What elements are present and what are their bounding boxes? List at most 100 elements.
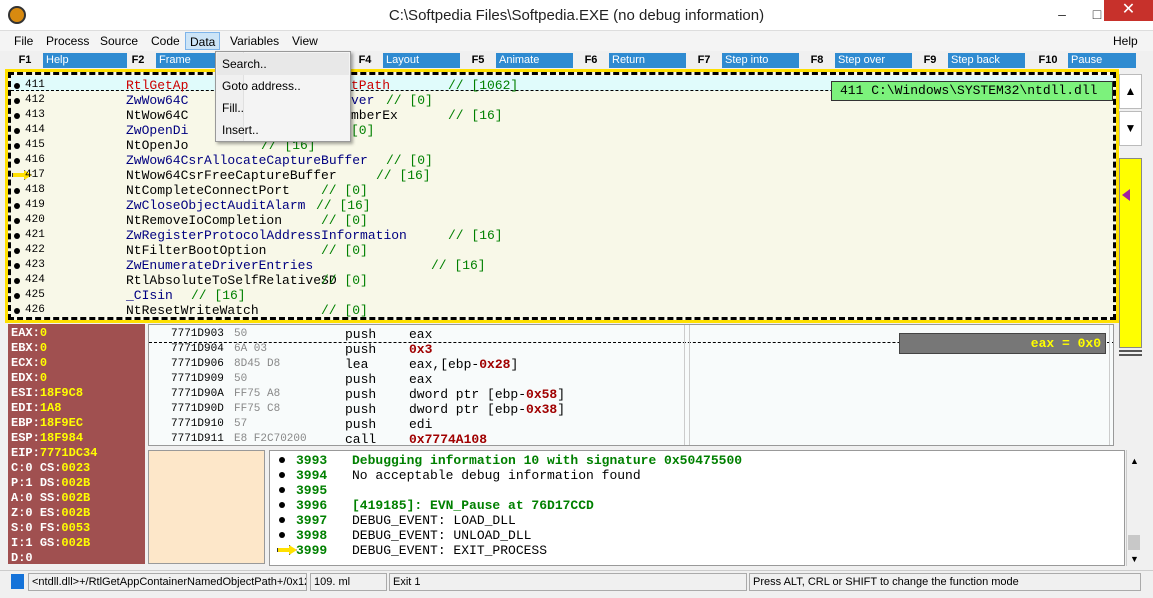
disasm-line[interactable]: 7771D90A FF75 A8 push dword ptr [ebp-0x58] xyxy=(149,387,1109,402)
log-scroll-down-icon[interactable]: ▼ xyxy=(1130,554,1139,564)
opcode-bytes: 8D45 D8 xyxy=(234,358,281,370)
log-number: 3998 xyxy=(296,528,328,543)
menu-data[interactable]: Data xyxy=(185,32,221,50)
fkey-label: Step over xyxy=(835,53,912,68)
register-value: 18F9C8 xyxy=(39,386,84,400)
code-line[interactable]: 425 _CIsin // [16] xyxy=(11,288,1111,303)
disassembly-pane[interactable]: 7771D903 50 push eax 7771D904 6A 03 push 0x3 777… xyxy=(148,324,1114,446)
log-scroll-up-icon[interactable]: ▲ xyxy=(1130,456,1139,466)
line-number: 413 xyxy=(25,109,45,121)
status-time: 109. ml xyxy=(310,573,387,591)
code-line[interactable]: 416 ZwWow64CsrAllocateCaptureBuffer // [0] xyxy=(11,153,1111,168)
menu-item-insert[interactable]: Insert.. xyxy=(217,119,349,141)
code-line[interactable]: 415 NtOpenJo// [16] xyxy=(11,138,1111,153)
register-row: EBX:0 xyxy=(11,341,47,356)
menu-bar: File Process Source Code Data Variables … xyxy=(0,31,1153,51)
code-line[interactable]: 424 RtlAbsoluteToSelfRelativeSD// [0] xyxy=(11,273,1111,288)
menu-item-goto-address[interactable]: Goto address.. xyxy=(217,75,349,97)
line-number: 412 xyxy=(25,94,45,106)
scroll-down-button[interactable]: ▼ xyxy=(1119,111,1142,146)
log-scrollbar[interactable]: ▲ ▼ xyxy=(1126,450,1141,566)
menu-variables[interactable]: Variables xyxy=(226,32,283,50)
operands: eax,[ebp-0x28] xyxy=(409,357,519,372)
line-number: 417 xyxy=(25,169,45,181)
address: 7771D90A xyxy=(171,388,224,400)
flag-value: Z:0 xyxy=(11,506,33,520)
flag-row: A:0 SS:002B xyxy=(11,491,90,506)
disasm-line[interactable]: 7771D910 57 push edi xyxy=(149,417,1109,432)
register-value: 1A8 xyxy=(39,401,62,415)
operands: 0x7774A108 xyxy=(409,432,488,446)
segment-value: 002B xyxy=(61,506,91,520)
function-name-suffix: mberEx xyxy=(351,108,398,123)
disasm-line[interactable]: 7771D911 E8 F2C70200 call 0x7774A108 xyxy=(149,432,1109,446)
fkey-key: F6 xyxy=(584,54,598,66)
fkey-label: Frame xyxy=(156,53,216,68)
function-name: NtWow64CsrFreeCaptureBuffer xyxy=(126,168,337,183)
code-line[interactable]: 417 NtWow64CsrFreeCaptureBuffer // [16] xyxy=(11,168,1111,183)
line-comment: // [0] xyxy=(321,183,368,198)
function-name: RtlAbsoluteToSelfRelativeSD xyxy=(126,273,337,288)
flag-value: S:0 xyxy=(11,521,33,535)
code-line[interactable]: 421 ZwRegisterProtocolAddressInformation /… xyxy=(11,228,1111,243)
register-value: 18F9EC xyxy=(39,416,84,430)
breakpoint-dot-icon xyxy=(14,203,20,209)
log-number: 3997 xyxy=(296,513,328,528)
menu-code[interactable]: Code xyxy=(147,32,184,50)
opcode-bytes: FF75 A8 xyxy=(234,388,281,400)
code-line[interactable]: 418 NtCompleteConnectPort // [0] xyxy=(11,183,1111,198)
breakpoint-dot-icon xyxy=(14,158,20,164)
segment-value: 002B xyxy=(61,536,91,550)
disasm-line[interactable]: 7771D909 50 push eax xyxy=(149,372,1109,387)
flag-row: S:0 FS:0053 xyxy=(11,521,90,536)
fkey-label: Return xyxy=(609,53,686,68)
segment-value: 0053 xyxy=(61,521,91,535)
disasm-line[interactable]: 7771D90D FF75 C8 push dword ptr [ebp-0x38] xyxy=(149,402,1109,417)
segment-name: SS: xyxy=(39,491,62,505)
operands: eax xyxy=(409,327,433,342)
mnemonic: push xyxy=(345,372,377,387)
log-number: 3993 xyxy=(296,453,328,468)
register-name: ESI: xyxy=(11,386,40,400)
log-text: No acceptable debug information found xyxy=(352,468,641,483)
menu-help[interactable]: Help xyxy=(1109,32,1142,50)
fkey-key: F4 xyxy=(358,54,372,66)
menu-item-fill[interactable]: Fill.. xyxy=(217,97,349,119)
splitter-handle[interactable] xyxy=(1119,350,1142,356)
close-button[interactable]: ✕ xyxy=(1104,0,1153,21)
flag-row: I:1 GS:002B xyxy=(11,536,90,551)
scroll-up-button[interactable]: ▲ xyxy=(1119,74,1142,109)
line-comment: // [1062] xyxy=(448,78,519,93)
data-menu-dropdown: Search.. Goto address.. Fill.. Insert.. xyxy=(215,51,351,142)
function-name: NtOpenJo xyxy=(126,138,189,153)
menu-file[interactable]: File xyxy=(10,32,37,50)
log-dot-icon xyxy=(279,487,285,493)
disasm-line[interactable]: 7771D906 8D45 D8 lea eax,[ebp-0x28] xyxy=(149,357,1109,372)
code-line[interactable]: 413 NtWow64C mberEx // [16] xyxy=(11,108,1111,123)
code-line[interactable]: 422 NtFilterBootOption // [0] xyxy=(11,243,1111,258)
code-line[interactable]: 420 NtRemoveIoCompletion // [0] xyxy=(11,213,1111,228)
menu-item-search[interactable]: Search.. xyxy=(217,53,349,75)
status-hint: Press ALT, CRL or SHIFT to change the fu… xyxy=(749,573,1141,591)
code-line[interactable]: 419 ZwCloseObjectAuditAlarm // [16] xyxy=(11,198,1111,213)
code-scroll-track[interactable] xyxy=(1119,158,1142,348)
menu-process[interactable]: Process xyxy=(42,32,93,50)
memory-pane[interactable] xyxy=(148,450,265,564)
operands: dword ptr [ebp-0x58] xyxy=(409,387,566,402)
log-pane[interactable]: 3993 Debugging information 10 with signat… xyxy=(269,450,1125,566)
minimize-button[interactable]: – xyxy=(1045,0,1079,30)
log-scroll-thumb[interactable] xyxy=(1128,535,1140,550)
register-row: ECX:0 xyxy=(11,356,47,371)
log-number: 3996 xyxy=(296,498,328,513)
code-pane[interactable]: 411 RtlGetAp tPath // [1062] 412 ZwWow64C ver /… xyxy=(5,69,1119,323)
register-value: 0 xyxy=(39,341,48,355)
code-line[interactable]: 423 ZwEnumerateDriverEntries // [16] xyxy=(11,258,1111,273)
register-name: ESP: xyxy=(11,431,40,445)
function-name: NtResetWriteWatch xyxy=(126,303,259,318)
log-dot-icon xyxy=(279,472,285,478)
menu-view[interactable]: View xyxy=(288,32,322,50)
menu-source[interactable]: Source xyxy=(96,32,142,50)
code-line[interactable]: 426 NtResetWriteWatch // [0] xyxy=(11,303,1111,318)
code-line[interactable]: 414 ZwOpenDi [0] xyxy=(11,123,1111,138)
log-text: [419185]: EVN_Pause at 76D17CCD xyxy=(352,498,594,513)
